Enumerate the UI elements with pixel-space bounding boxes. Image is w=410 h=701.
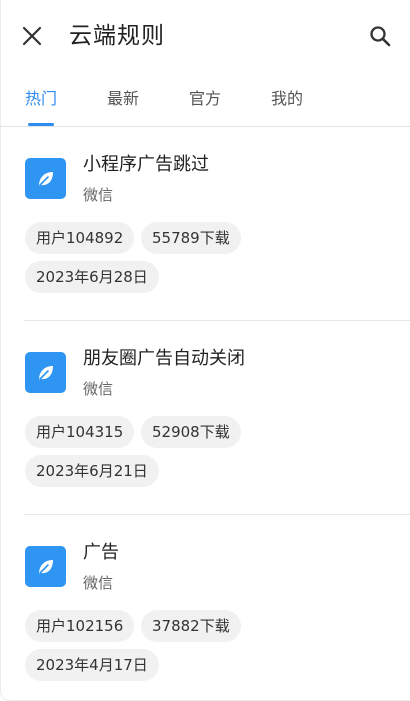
top-app-bar: 云端规则 <box>0 0 410 72</box>
rule-card[interactable]: 小程序广告跳过 微信 用户104892 55789下载 2023年6月28日 <box>24 127 410 321</box>
author-chip: 用户104315 <box>25 416 135 448</box>
rule-card[interactable]: 朋友圈广告自动关闭 微信 用户104315 52908下载 2023年6月21日 <box>24 321 410 515</box>
date-chip: 2023年6月21日 <box>25 455 159 487</box>
date-chip: 2023年4月17日 <box>25 649 159 681</box>
tab-bar: 热门 最新 官方 我的 <box>0 82 410 127</box>
author-chip: 用户102156 <box>25 610 135 642</box>
rules-page: 云端规则 热门 最新 官方 我的 小程序广告跳过 微信 用户104892 557… <box>0 0 410 701</box>
close-button[interactable] <box>16 20 48 52</box>
tab-active-indicator <box>28 123 54 126</box>
leaf-icon <box>25 546 66 587</box>
page-title: 云端规则 <box>69 23 165 49</box>
rule-app: 微信 <box>83 186 114 204</box>
rule-app: 微信 <box>83 574 114 592</box>
downloads-chip: 52908下载 <box>141 416 241 448</box>
tab-official[interactable]: 官方 <box>189 88 221 110</box>
rule-title: 小程序广告跳过 <box>83 154 209 175</box>
search-button[interactable] <box>364 20 396 52</box>
close-icon <box>22 26 42 46</box>
rule-card[interactable]: 广告 微信 用户102156 37882下载 2023年4月17日 <box>24 515 410 701</box>
tab-mine[interactable]: 我的 <box>271 88 303 110</box>
search-icon <box>370 26 391 47</box>
leaf-icon <box>25 352 66 393</box>
downloads-chip: 37882下载 <box>141 610 241 642</box>
date-chip: 2023年6月28日 <box>25 261 159 293</box>
downloads-chip: 55789下载 <box>141 222 241 254</box>
leaf-icon <box>25 158 66 199</box>
rule-list: 小程序广告跳过 微信 用户104892 55789下载 2023年6月28日 朋… <box>0 127 410 701</box>
rule-title: 朋友圈广告自动关闭 <box>83 348 245 369</box>
author-chip: 用户104892 <box>25 222 135 254</box>
rule-title: 广告 <box>83 542 119 563</box>
tab-hot[interactable]: 热门 <box>25 88 57 110</box>
rule-app: 微信 <box>83 380 114 398</box>
tab-latest[interactable]: 最新 <box>107 88 139 110</box>
